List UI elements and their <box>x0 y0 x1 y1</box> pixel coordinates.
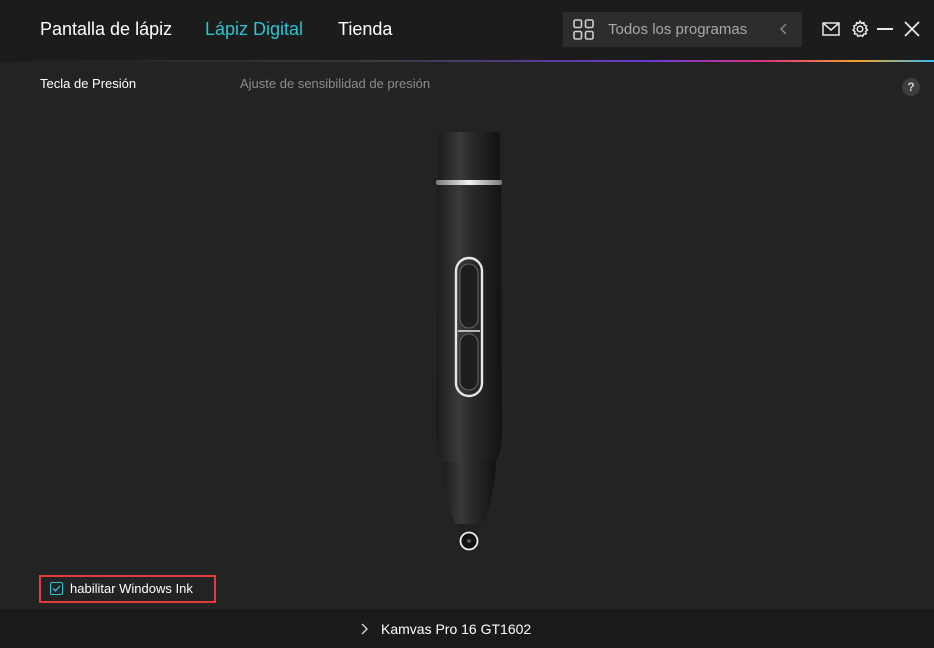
subtab-sensibilidad[interactable]: Ajuste de sensibilidad de presión <box>240 76 430 91</box>
subtab-tecla-de-presion[interactable]: Tecla de Presión <box>40 76 136 91</box>
help-button[interactable]: ? <box>902 78 920 96</box>
device-name: Kamvas Pro 16 GT1602 <box>381 621 532 637</box>
main-panel: Tecla de Presión Ajuste de sensibilidad … <box>0 62 934 609</box>
chevron-left-icon[interactable] <box>779 22 789 36</box>
tab-pantalla-de-lapiz[interactable]: Pantalla de lápiz <box>40 19 172 40</box>
gear-icon[interactable] <box>850 19 870 39</box>
tab-tienda[interactable]: Tienda <box>338 19 392 40</box>
footer-bar: Kamvas Pro 16 GT1602 <box>0 609 934 648</box>
pen-illustration <box>436 132 502 551</box>
checkbox-checked-icon[interactable] <box>50 582 63 595</box>
mail-icon[interactable] <box>821 19 841 39</box>
close-icon[interactable] <box>902 19 922 39</box>
program-selector-label: Todos los programas <box>608 21 748 38</box>
chevron-right-icon <box>361 623 368 635</box>
windows-ink-label: habilitar Windows Ink <box>70 581 193 596</box>
windows-ink-toggle[interactable]: habilitar Windows Ink <box>39 575 216 603</box>
grid-icon <box>573 19 594 40</box>
top-bar: Pantalla de lápiz Lápiz Digital Tienda T… <box>0 0 934 60</box>
program-selector[interactable]: Todos los programas <box>563 12 802 47</box>
tab-lapiz-digital[interactable]: Lápiz Digital <box>205 19 303 40</box>
minimize-icon[interactable] <box>875 19 895 39</box>
